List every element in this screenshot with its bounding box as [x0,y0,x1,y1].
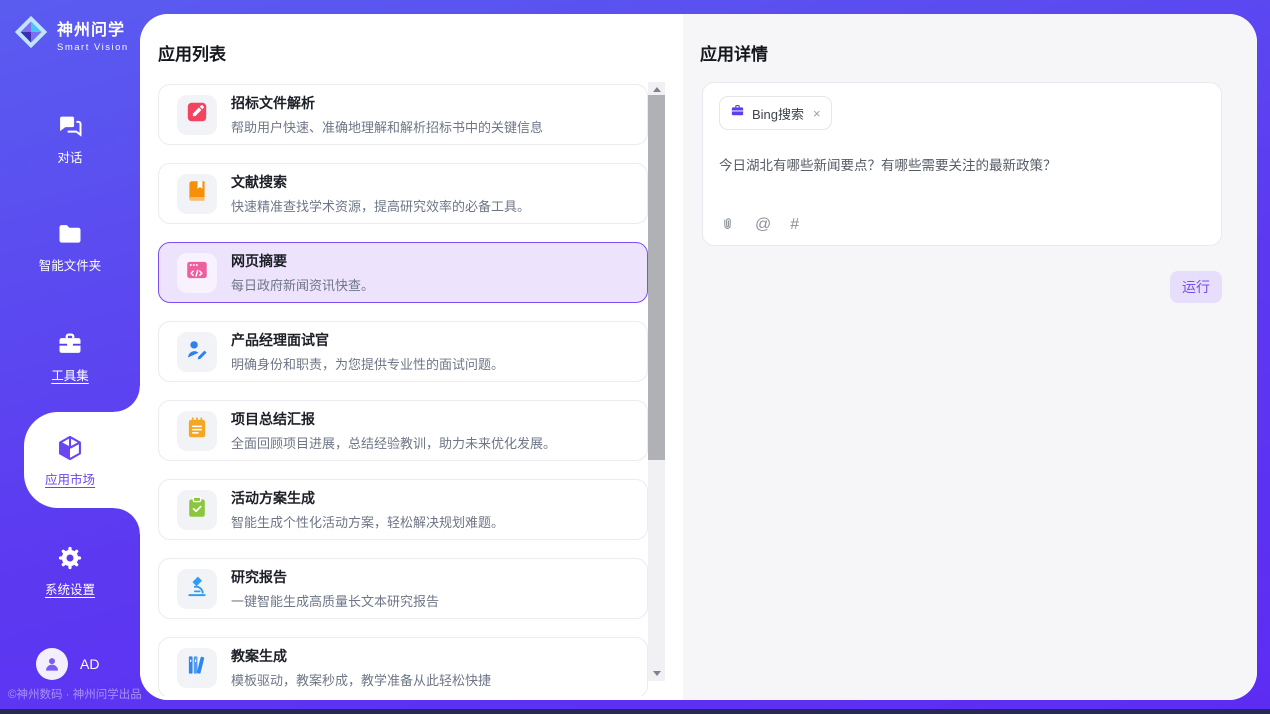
prompt-input[interactable]: 今日湖北有哪些新闻要点？有哪些需要关注的最新政策？ [719,154,1205,174]
run-button[interactable]: 运行 [1170,271,1222,303]
app-card-title: 研究报告 [231,567,439,587]
hash-tag-icon[interactable]: # [790,217,799,233]
book-icon [184,178,210,209]
note-icon [184,415,210,446]
app-card-title: 产品经理面试官 [231,330,504,350]
copyright-text: ©神州数码 · 神州问学出品 [8,686,140,702]
app-card-title: 网页摘要 [231,251,374,271]
edit-square-icon [184,99,210,130]
app-card[interactable]: 产品经理面试官 明确身份和职责，为您提供专业性的面试问题。 [158,321,648,382]
books-icon [184,652,210,683]
browser-code-icon [184,257,210,288]
app-card-title: 教案生成 [231,646,491,666]
app-list-panel: 应用列表 招标文件解析 帮助用户快速、准确地理解和解析招标书中的关键信息 文献搜… [140,14,683,700]
app-card-description: 明确身份和职责，为您提供专业性的面试问题。 [231,354,504,373]
brand: 神州问学 Smart Vision [12,13,129,56]
composer-toolbar: @ # [719,216,799,233]
main-content: 应用列表 招标文件解析 帮助用户快速、准确地理解和解析招标书中的关键信息 文献搜… [140,14,1257,700]
scroll-down-button[interactable] [648,666,665,681]
avatar [36,648,68,680]
app-card[interactable]: 项目总结汇报 全面回顾项目进展，总结经验教训，助力未来优化发展。 [158,400,648,461]
toolbox-icon [56,330,84,358]
app-card[interactable]: 网页摘要 每日政府新闻资讯快查。 [158,242,648,303]
app-card-title: 活动方案生成 [231,488,504,508]
scrollbar[interactable] [648,82,665,681]
scrollbar-thumb[interactable] [648,95,665,460]
app-card-title: 招标文件解析 [231,93,543,113]
prompt-card: Bing搜索 × 今日湖北有哪些新闻要点？有哪些需要关注的最新政策？ @ # [702,82,1222,246]
bottom-bar [0,709,1270,714]
app-window: 神州问学 Smart Vision 对话 智能文件夹 工具集 应用市场 系统设置 [0,0,1270,714]
brand-subtitle: Smart Vision [57,42,129,53]
user-initials: AD [80,656,99,672]
gear-icon [56,544,84,572]
microscope-icon [184,573,210,604]
app-detail-title: 应用详情 [700,40,768,65]
app-card-title: 文献搜索 [231,172,530,192]
app-card[interactable]: 教案生成 模板驱动，教案秒成，教学准备从此轻松快捷 [158,637,648,696]
interviewer-icon [184,336,210,367]
app-card[interactable]: 活动方案生成 智能生成个性化活动方案，轻松解决规划难题。 [158,479,648,540]
at-mention-icon[interactable]: @ [755,217,771,233]
app-card-description: 帮助用户快速、准确地理解和解析招标书中的关键信息 [231,117,543,136]
chip-close-icon[interactable]: × [813,106,821,121]
app-card-title: 项目总结汇报 [231,409,556,429]
sidebar-item-chat[interactable]: 对话 [0,112,140,166]
app-card-description: 模板驱动，教案秒成，教学准备从此轻松快捷 [231,670,491,689]
brand-name: 神州问学 [57,16,129,40]
app-list-title: 应用列表 [158,40,226,65]
app-card[interactable]: 研究报告 一键智能生成高质量长文本研究报告 [158,558,648,619]
sidebar-item-app-market[interactable]: 应用市场 [0,434,140,488]
app-card-description: 快速精准查找学术资源，提高研究效率的必备工具。 [231,196,530,215]
paperclip-icon[interactable] [719,216,736,233]
sidebar: 神州问学 Smart Vision 对话 智能文件夹 工具集 应用市场 系统设置 [0,0,140,714]
app-detail-panel: 应用详情 Bing搜索 × 今日湖北有哪些新闻要点？有哪些需要关注的最新政策？ [683,14,1257,700]
app-list: 招标文件解析 帮助用户快速、准确地理解和解析招标书中的关键信息 文献搜索 快速精… [158,84,648,696]
app-card[interactable]: 文献搜索 快速精准查找学术资源，提高研究效率的必备工具。 [158,163,648,224]
tool-chip-label: Bing搜索 [752,104,804,123]
app-card-description: 智能生成个性化活动方案，轻松解决规划难题。 [231,512,504,531]
diamond-logo-icon [12,13,50,56]
clipboard-check-icon [184,494,210,525]
folder-icon [56,220,84,248]
sidebar-item-system-settings[interactable]: 系统设置 [0,544,140,598]
user-account[interactable]: AD [36,648,99,680]
sidebar-item-smart-folders[interactable]: 智能文件夹 [0,220,140,274]
briefcase-icon [730,103,745,123]
app-card[interactable]: 招标文件解析 帮助用户快速、准确地理解和解析招标书中的关键信息 [158,84,648,145]
app-card-description: 全面回顾项目进展，总结经验教训，助力未来优化发展。 [231,433,556,452]
app-card-description: 一键智能生成高质量长文本研究报告 [231,591,439,610]
app-card-description: 每日政府新闻资讯快查。 [231,275,374,294]
chat-icon [56,112,84,140]
cube-icon [56,434,84,462]
tool-chip-bing[interactable]: Bing搜索 × [719,96,832,130]
sidebar-item-toolset[interactable]: 工具集 [0,330,140,384]
